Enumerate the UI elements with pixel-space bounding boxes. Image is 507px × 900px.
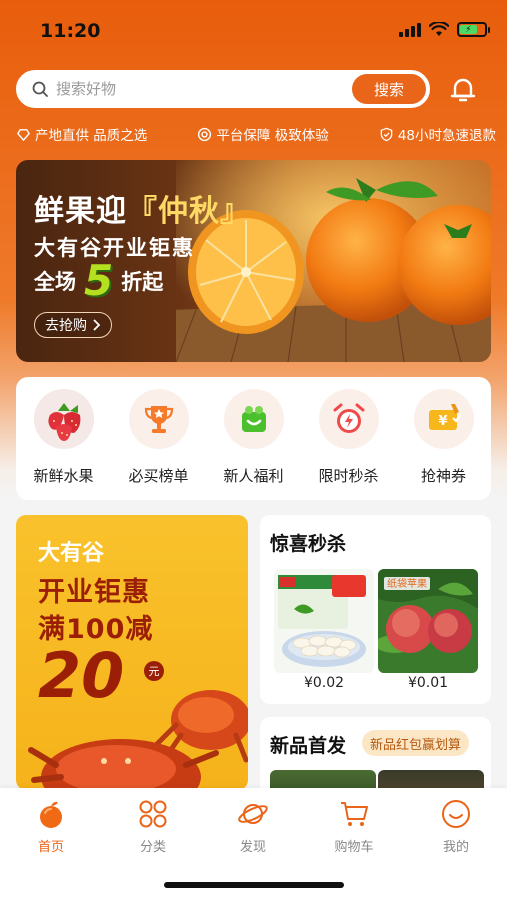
tab-home[interactable]: 首页: [11, 798, 91, 855]
status-bar: 11:20 ⚡: [0, 0, 507, 58]
dumplings-image: [274, 569, 374, 673]
tab-discover[interactable]: 发现: [213, 798, 293, 855]
new-arrivals-title: 新品首发: [270, 735, 347, 757]
promise-item: 产地直供 品质之选: [16, 124, 147, 144]
banner-title-highlight: 『仲秋』: [127, 194, 251, 229]
bell-icon[interactable]: [447, 74, 479, 106]
status-time: 11:20: [40, 20, 101, 42]
tab-cart[interactable]: 购物车: [314, 798, 394, 855]
category-label: 限时秒杀: [318, 467, 379, 485]
tab-label: 我的: [442, 840, 469, 855]
signal-icon: [399, 22, 421, 37]
flash-sale-card[interactable]: 惊喜秒杀 ¥0.02 纸袋苹果 ¥0.01: [260, 515, 491, 704]
hero-banner[interactable]: 鲜果迎『仲秋』 大有谷开业钜惠 全场 5 折起 去抢购: [16, 160, 491, 362]
banner-title-prefix: 鲜果迎: [34, 194, 127, 229]
promise-label: 平台保障 极致体验: [216, 128, 329, 144]
category-grid: 新鲜水果 必买榜单 新人福利 限时秒杀 ¥ 抢神券: [16, 377, 491, 500]
banner-deal-prefix: 全场: [34, 270, 76, 294]
banner-deal-number: 5: [84, 256, 114, 305]
category-label: 抢神券: [420, 467, 466, 485]
svg-text:¥: ¥: [438, 414, 447, 429]
home-indicator: [164, 882, 344, 888]
coupon-icon: ¥: [413, 389, 474, 449]
category-new-user[interactable]: 新人福利: [211, 389, 297, 486]
product-price: ¥0.02: [303, 675, 345, 691]
chevron-right-icon: [93, 319, 101, 331]
category-grid-icon: [139, 800, 167, 828]
service-promises: 产地直供 品质之选 平台保障 极致体验 48小时急速退款: [16, 122, 496, 146]
flash-sale-title: 惊喜秒杀: [270, 533, 347, 555]
tab-label: 分类: [139, 840, 166, 855]
banner-button-label: 去抢购: [45, 318, 87, 334]
promo-line-1: 开业钜惠: [38, 577, 150, 608]
banner-title: 鲜果迎『仲秋』: [34, 186, 251, 230]
new-arrivals-badge[interactable]: 新品红包赢划算: [362, 730, 470, 756]
tab-label: 发现: [239, 840, 266, 855]
category-flash-sale[interactable]: 限时秒杀: [306, 389, 392, 486]
status-indicators: ⚡: [399, 22, 490, 37]
promo-brand: 大有谷: [38, 541, 105, 566]
product-tag: 纸袋苹果: [387, 577, 427, 590]
gift-bag-icon: [223, 389, 284, 449]
home-orange-icon: [40, 801, 62, 828]
category-label: 新鲜水果: [33, 467, 94, 485]
heart-diamond-icon: [17, 128, 30, 141]
tab-label: 购物车: [334, 840, 374, 855]
promise-label: 48小时急速退款: [397, 128, 496, 144]
promise-item: 平台保障 极致体验: [197, 124, 329, 144]
tab-category[interactable]: 分类: [113, 798, 193, 855]
battery-icon: ⚡: [457, 22, 490, 37]
search-input[interactable]: [56, 80, 352, 98]
banner-deal: 全场 5 折起: [34, 260, 163, 302]
category-label: 必买榜单: [128, 467, 189, 485]
category-must-buy[interactable]: 必买榜单: [116, 389, 202, 486]
shield-check-icon: [380, 127, 393, 141]
tab-label: 首页: [37, 840, 64, 855]
promise-item: 48小时急速退款: [379, 124, 496, 144]
smile-face-icon: [442, 800, 470, 828]
strawberry-icon: [33, 389, 94, 449]
new-arrivals-card[interactable]: 新品首发 新品红包赢划算: [260, 717, 491, 797]
banner-subtitle: 大有谷开业钜惠: [34, 236, 195, 260]
search-bar[interactable]: 搜索: [16, 70, 430, 108]
banner-shop-button[interactable]: 去抢购: [34, 312, 112, 338]
product-apples[interactable]: 纸袋苹果: [378, 569, 478, 673]
product-dumplings[interactable]: [274, 569, 374, 673]
category-label: 新人福利: [223, 467, 284, 485]
promise-label: 产地直供 品质之选: [35, 128, 148, 144]
search-icon: [32, 81, 48, 97]
category-fresh-fruit[interactable]: 新鲜水果: [21, 389, 107, 486]
tab-profile[interactable]: 我的: [416, 798, 496, 855]
alarm-clock-icon: [318, 389, 379, 449]
product-price: ¥0.01: [407, 675, 449, 691]
apples-image: 纸袋苹果: [378, 569, 478, 673]
promo-card[interactable]: 大有谷 开业钜惠 满100减 20 元: [16, 515, 248, 790]
category-coupons[interactable]: ¥ 抢神券: [401, 389, 487, 486]
planet-icon: [238, 804, 268, 824]
shield-target-icon: [198, 127, 212, 141]
crab-image: [28, 690, 248, 790]
cart-icon: [341, 802, 368, 826]
wifi-icon: [429, 22, 449, 36]
banner-deal-suffix: 折起: [121, 270, 164, 294]
trophy-icon: [128, 389, 189, 449]
search-button[interactable]: 搜索: [352, 74, 426, 104]
